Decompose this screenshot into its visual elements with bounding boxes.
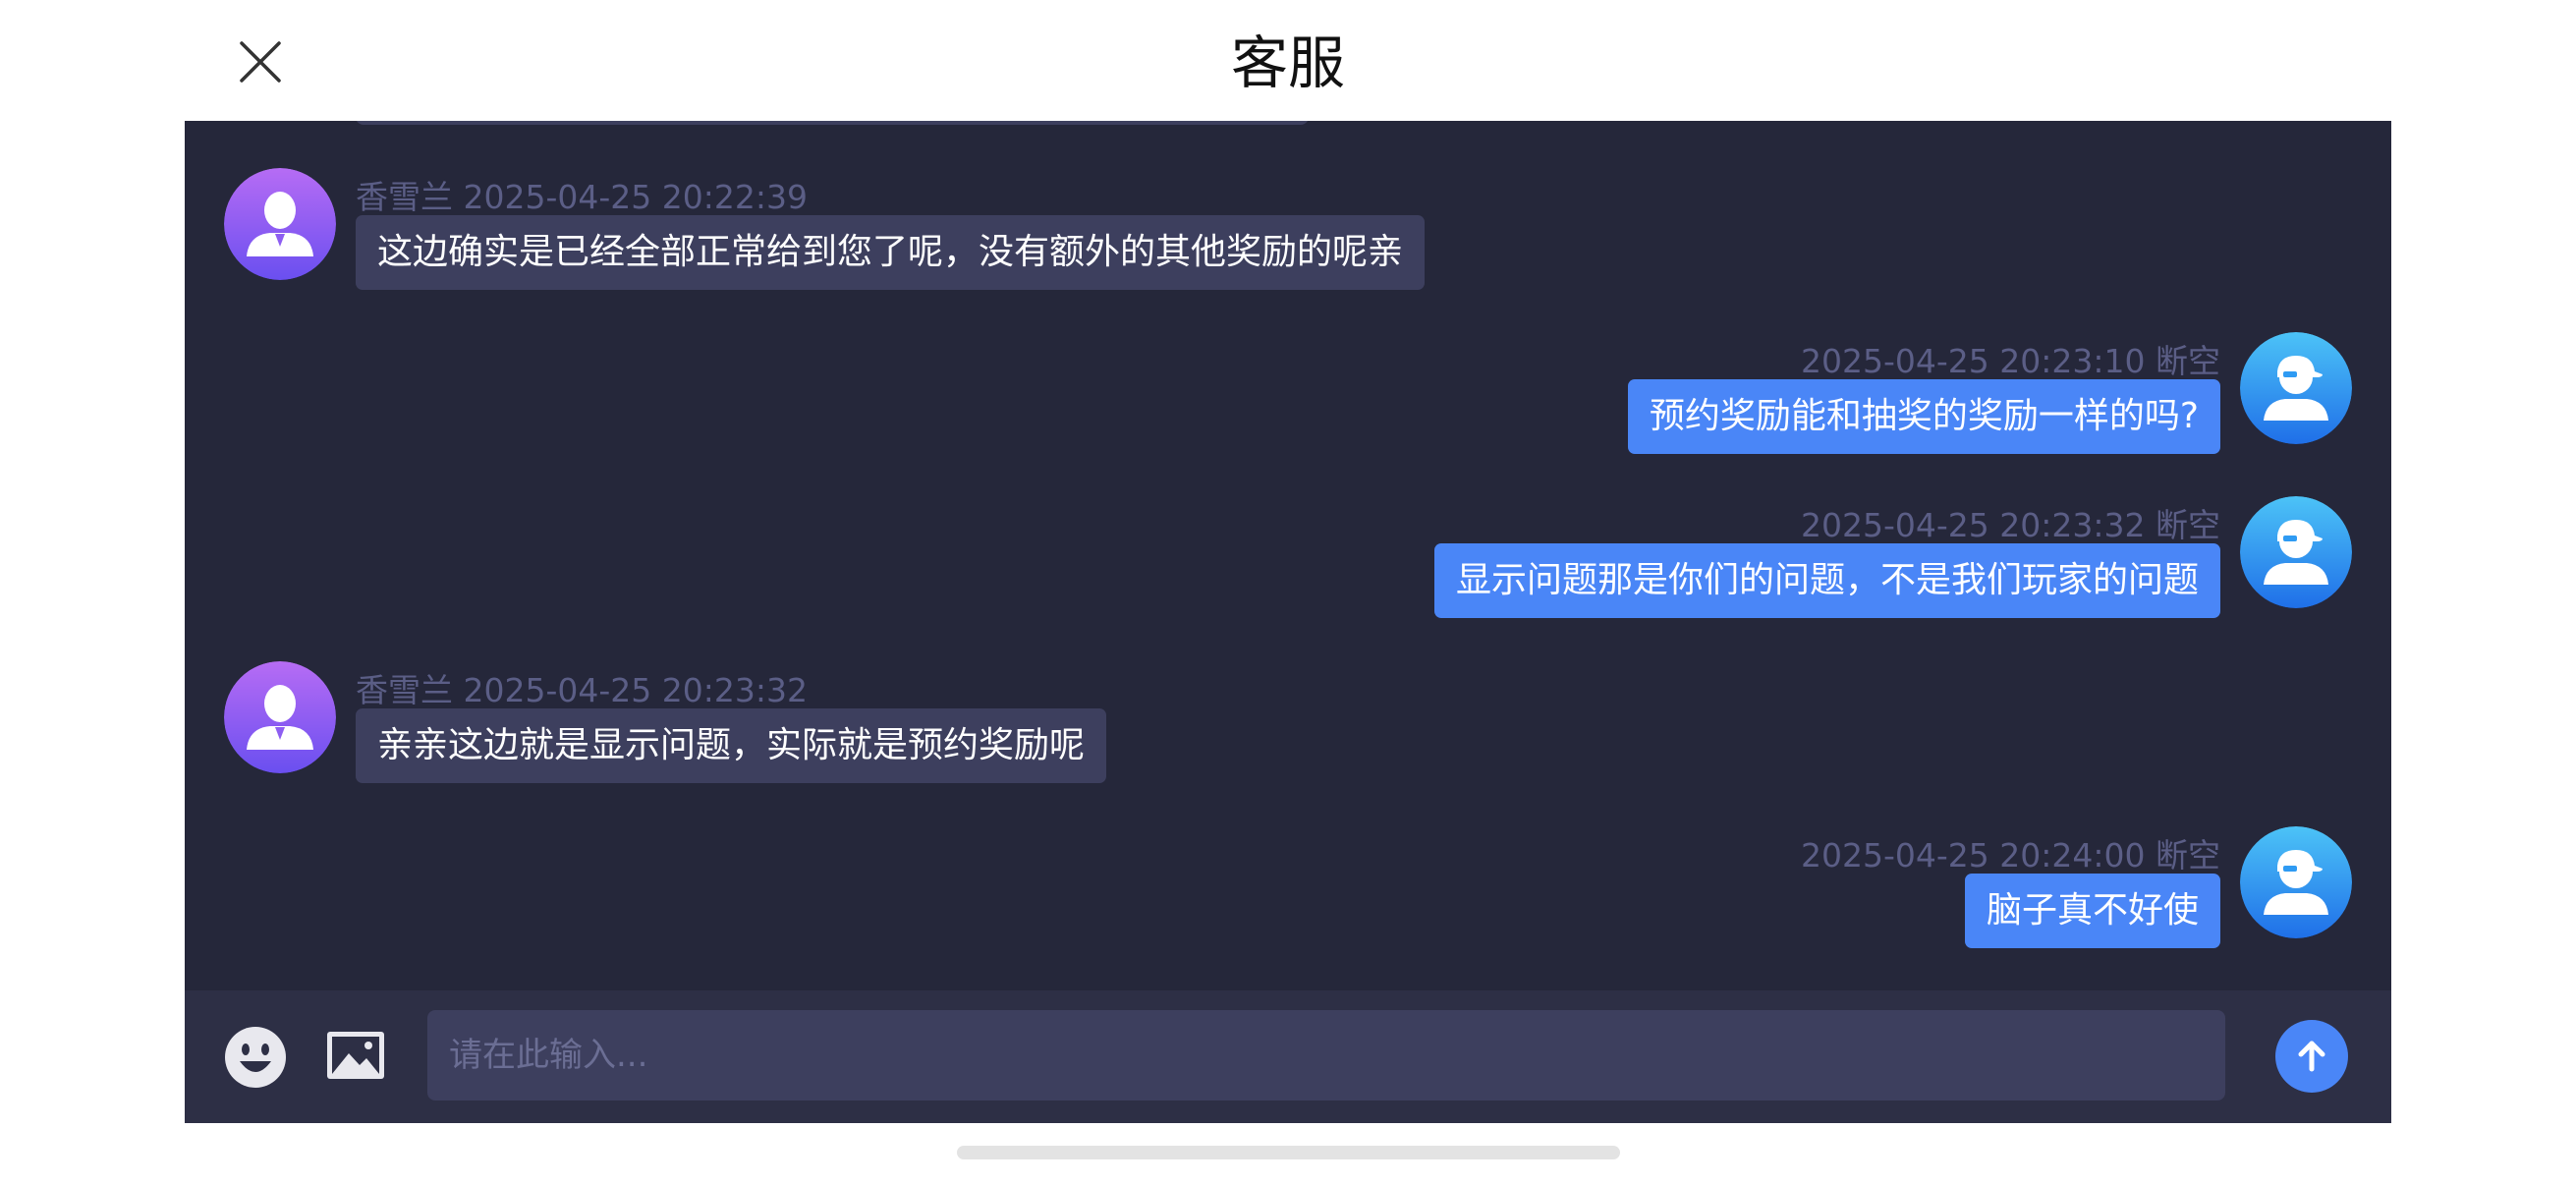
previous-message-bubble (356, 121, 1309, 125)
emoji-icon (225, 1027, 286, 1088)
header-bar: 客服 (0, 0, 2576, 121)
emoji-button[interactable] (224, 1026, 287, 1089)
message-bubble: 脑子真不好使 (1964, 874, 2220, 948)
image-icon (327, 1032, 384, 1079)
arrow-up-icon (2298, 1041, 2325, 1072)
message-meta: 2025-04-25 20:24:00 断空 (1801, 836, 2220, 875)
user-avatar[interactable] (2240, 496, 2352, 608)
user-avatar-icon (2240, 332, 2352, 444)
message-bubble: 这边确实是已经全部正常给到您了呢，没有额外的其他奖励的呢亲 (356, 215, 1426, 290)
image-button[interactable] (327, 1032, 384, 1079)
agent-avatar[interactable] (224, 661, 336, 773)
message-meta: 香雪兰 2025-04-25 20:23:32 (356, 671, 808, 709)
message-meta: 香雪兰 2025-04-25 20:22:39 (356, 178, 808, 216)
agent-avatar[interactable] (224, 168, 336, 280)
user-avatar-icon (2240, 496, 2352, 608)
agent-avatar-icon (224, 661, 336, 773)
message-bubble: 亲亲这边就是显示问题，实际就是预约奖励呢 (356, 708, 1107, 783)
message-bubble: 显示问题那是你们的问题，不是我们玩家的问题 (1433, 543, 2220, 618)
user-avatar-icon (2240, 826, 2352, 938)
page-title: 客服 (1230, 29, 1345, 96)
user-avatar[interactable] (2240, 826, 2352, 938)
user-avatar[interactable] (2240, 332, 2352, 444)
message-list[interactable]: 香雪兰 2025-04-25 20:22:39 这边确实是已经全部正常给到您了呢… (185, 121, 2391, 990)
chat-panel: 香雪兰 2025-04-25 20:22:39 这边确实是已经全部正常给到您了呢… (185, 121, 2391, 1123)
message-input[interactable] (427, 1010, 2225, 1100)
agent-avatar-icon (224, 168, 336, 280)
message-meta: 2025-04-25 20:23:10 断空 (1801, 342, 2220, 380)
input-bar (185, 990, 2391, 1123)
send-button[interactable] (2275, 1020, 2348, 1093)
message-meta: 2025-04-25 20:23:32 断空 (1801, 506, 2220, 544)
message-bubble: 预约奖励能和抽奖的奖励一样的吗? (1627, 379, 2220, 454)
home-indicator[interactable] (957, 1146, 1620, 1159)
